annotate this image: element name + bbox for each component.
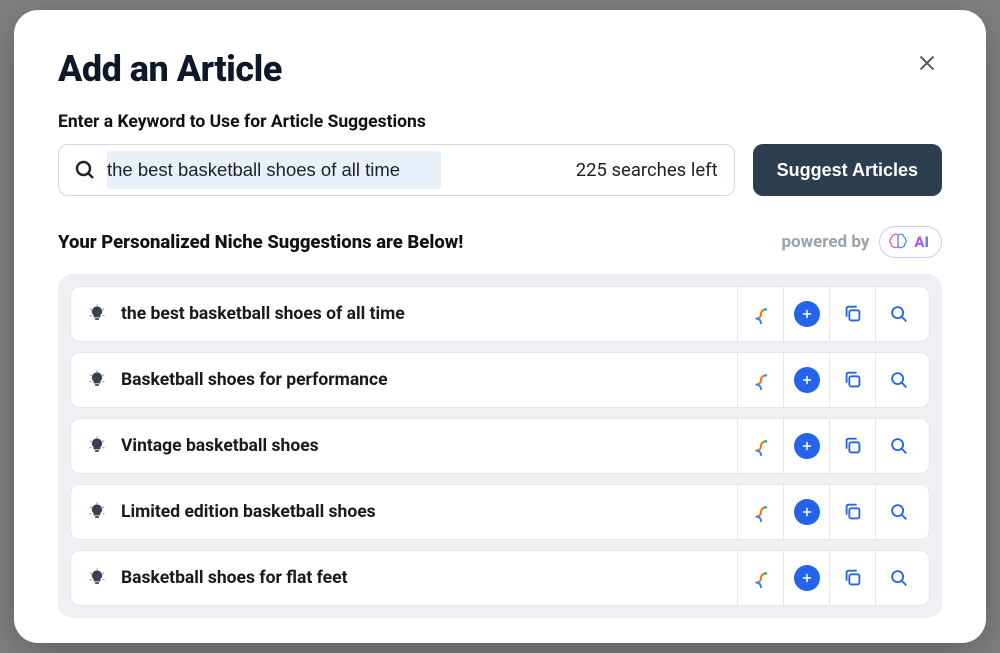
close-button[interactable] [912, 48, 942, 81]
suggestion-text: Basketball shoes for performance [121, 370, 737, 390]
row-actions [737, 485, 921, 539]
analytics-button[interactable] [737, 419, 783, 473]
brain-icon [888, 232, 908, 252]
suggest-articles-button[interactable]: Suggest Articles [753, 144, 942, 196]
powered-by-label: powered by [781, 232, 869, 252]
magnifier-icon [888, 435, 910, 457]
search-row: 225 searches left Suggest Articles [58, 144, 942, 196]
lightbulb-icon [87, 436, 107, 456]
copy-icon [842, 501, 864, 523]
plus-icon [794, 301, 820, 327]
plus-icon [794, 433, 820, 459]
search-button[interactable] [875, 353, 921, 407]
magnifier-icon [888, 567, 910, 589]
modal-header: Add an Article [58, 48, 942, 90]
close-icon [916, 52, 938, 74]
analytics-button[interactable] [737, 353, 783, 407]
copy-button[interactable] [829, 353, 875, 407]
copy-icon [842, 303, 864, 325]
ai-text: AI [914, 233, 929, 251]
search-button[interactable] [875, 551, 921, 605]
suggestion-row: Basketball shoes for flat feet [70, 550, 930, 606]
add-button[interactable] [783, 419, 829, 473]
keyword-label: Enter a Keyword to Use for Article Sugge… [58, 112, 942, 132]
modal-backdrop: Add an Article Enter a Keyword to Use fo… [0, 0, 1000, 653]
row-actions [737, 353, 921, 407]
search-box: 225 searches left [58, 144, 735, 196]
add-article-modal: Add an Article Enter a Keyword to Use fo… [14, 10, 986, 643]
suggestion-row: the best basketball shoes of all time [70, 286, 930, 342]
copy-button[interactable] [829, 551, 875, 605]
results-title: Your Personalized Niche Suggestions are … [58, 231, 463, 253]
lightbulb-icon [87, 370, 107, 390]
magnifier-icon [888, 369, 910, 391]
row-actions [737, 419, 921, 473]
suggestion-text: Limited edition basketball shoes [121, 502, 737, 522]
searches-left-label: 225 searches left [576, 159, 718, 181]
suggestion-text: Vintage basketball shoes [121, 436, 737, 456]
copy-icon [842, 369, 864, 391]
analytics-icon [750, 369, 772, 391]
suggestion-text: Basketball shoes for flat feet [121, 568, 737, 588]
copy-button[interactable] [829, 485, 875, 539]
suggestion-row: Limited edition basketball shoes [70, 484, 930, 540]
suggestion-row: Vintage basketball shoes [70, 418, 930, 474]
copy-icon [842, 435, 864, 457]
lightbulb-icon [87, 304, 107, 324]
modal-title: Add an Article [58, 48, 282, 90]
analytics-icon [750, 435, 772, 457]
suggestion-text: the best basketball shoes of all time [121, 304, 737, 324]
row-actions [737, 551, 921, 605]
lightbulb-icon [87, 568, 107, 588]
analytics-button[interactable] [737, 287, 783, 341]
keyword-input[interactable] [107, 145, 562, 195]
copy-button[interactable] [829, 287, 875, 341]
analytics-button[interactable] [737, 551, 783, 605]
results-panel: the best basketball shoes of all time Ba… [58, 274, 942, 618]
plus-icon [794, 499, 820, 525]
powered-by: powered by AI [781, 226, 942, 258]
lightbulb-icon [87, 502, 107, 522]
analytics-icon [750, 303, 772, 325]
analytics-icon [750, 501, 772, 523]
copy-button[interactable] [829, 419, 875, 473]
ai-badge: AI [879, 226, 942, 258]
magnifier-icon [888, 303, 910, 325]
search-button[interactable] [875, 485, 921, 539]
magnifier-icon [888, 501, 910, 523]
plus-icon [794, 565, 820, 591]
add-button[interactable] [783, 551, 829, 605]
analytics-button[interactable] [737, 485, 783, 539]
add-button[interactable] [783, 485, 829, 539]
results-header: Your Personalized Niche Suggestions are … [58, 226, 942, 258]
row-actions [737, 287, 921, 341]
add-button[interactable] [783, 287, 829, 341]
copy-icon [842, 567, 864, 589]
plus-icon [794, 367, 820, 393]
analytics-icon [750, 567, 772, 589]
search-button[interactable] [875, 287, 921, 341]
search-button[interactable] [875, 419, 921, 473]
search-icon [73, 158, 97, 182]
suggestion-row: Basketball shoes for performance [70, 352, 930, 408]
add-button[interactable] [783, 353, 829, 407]
